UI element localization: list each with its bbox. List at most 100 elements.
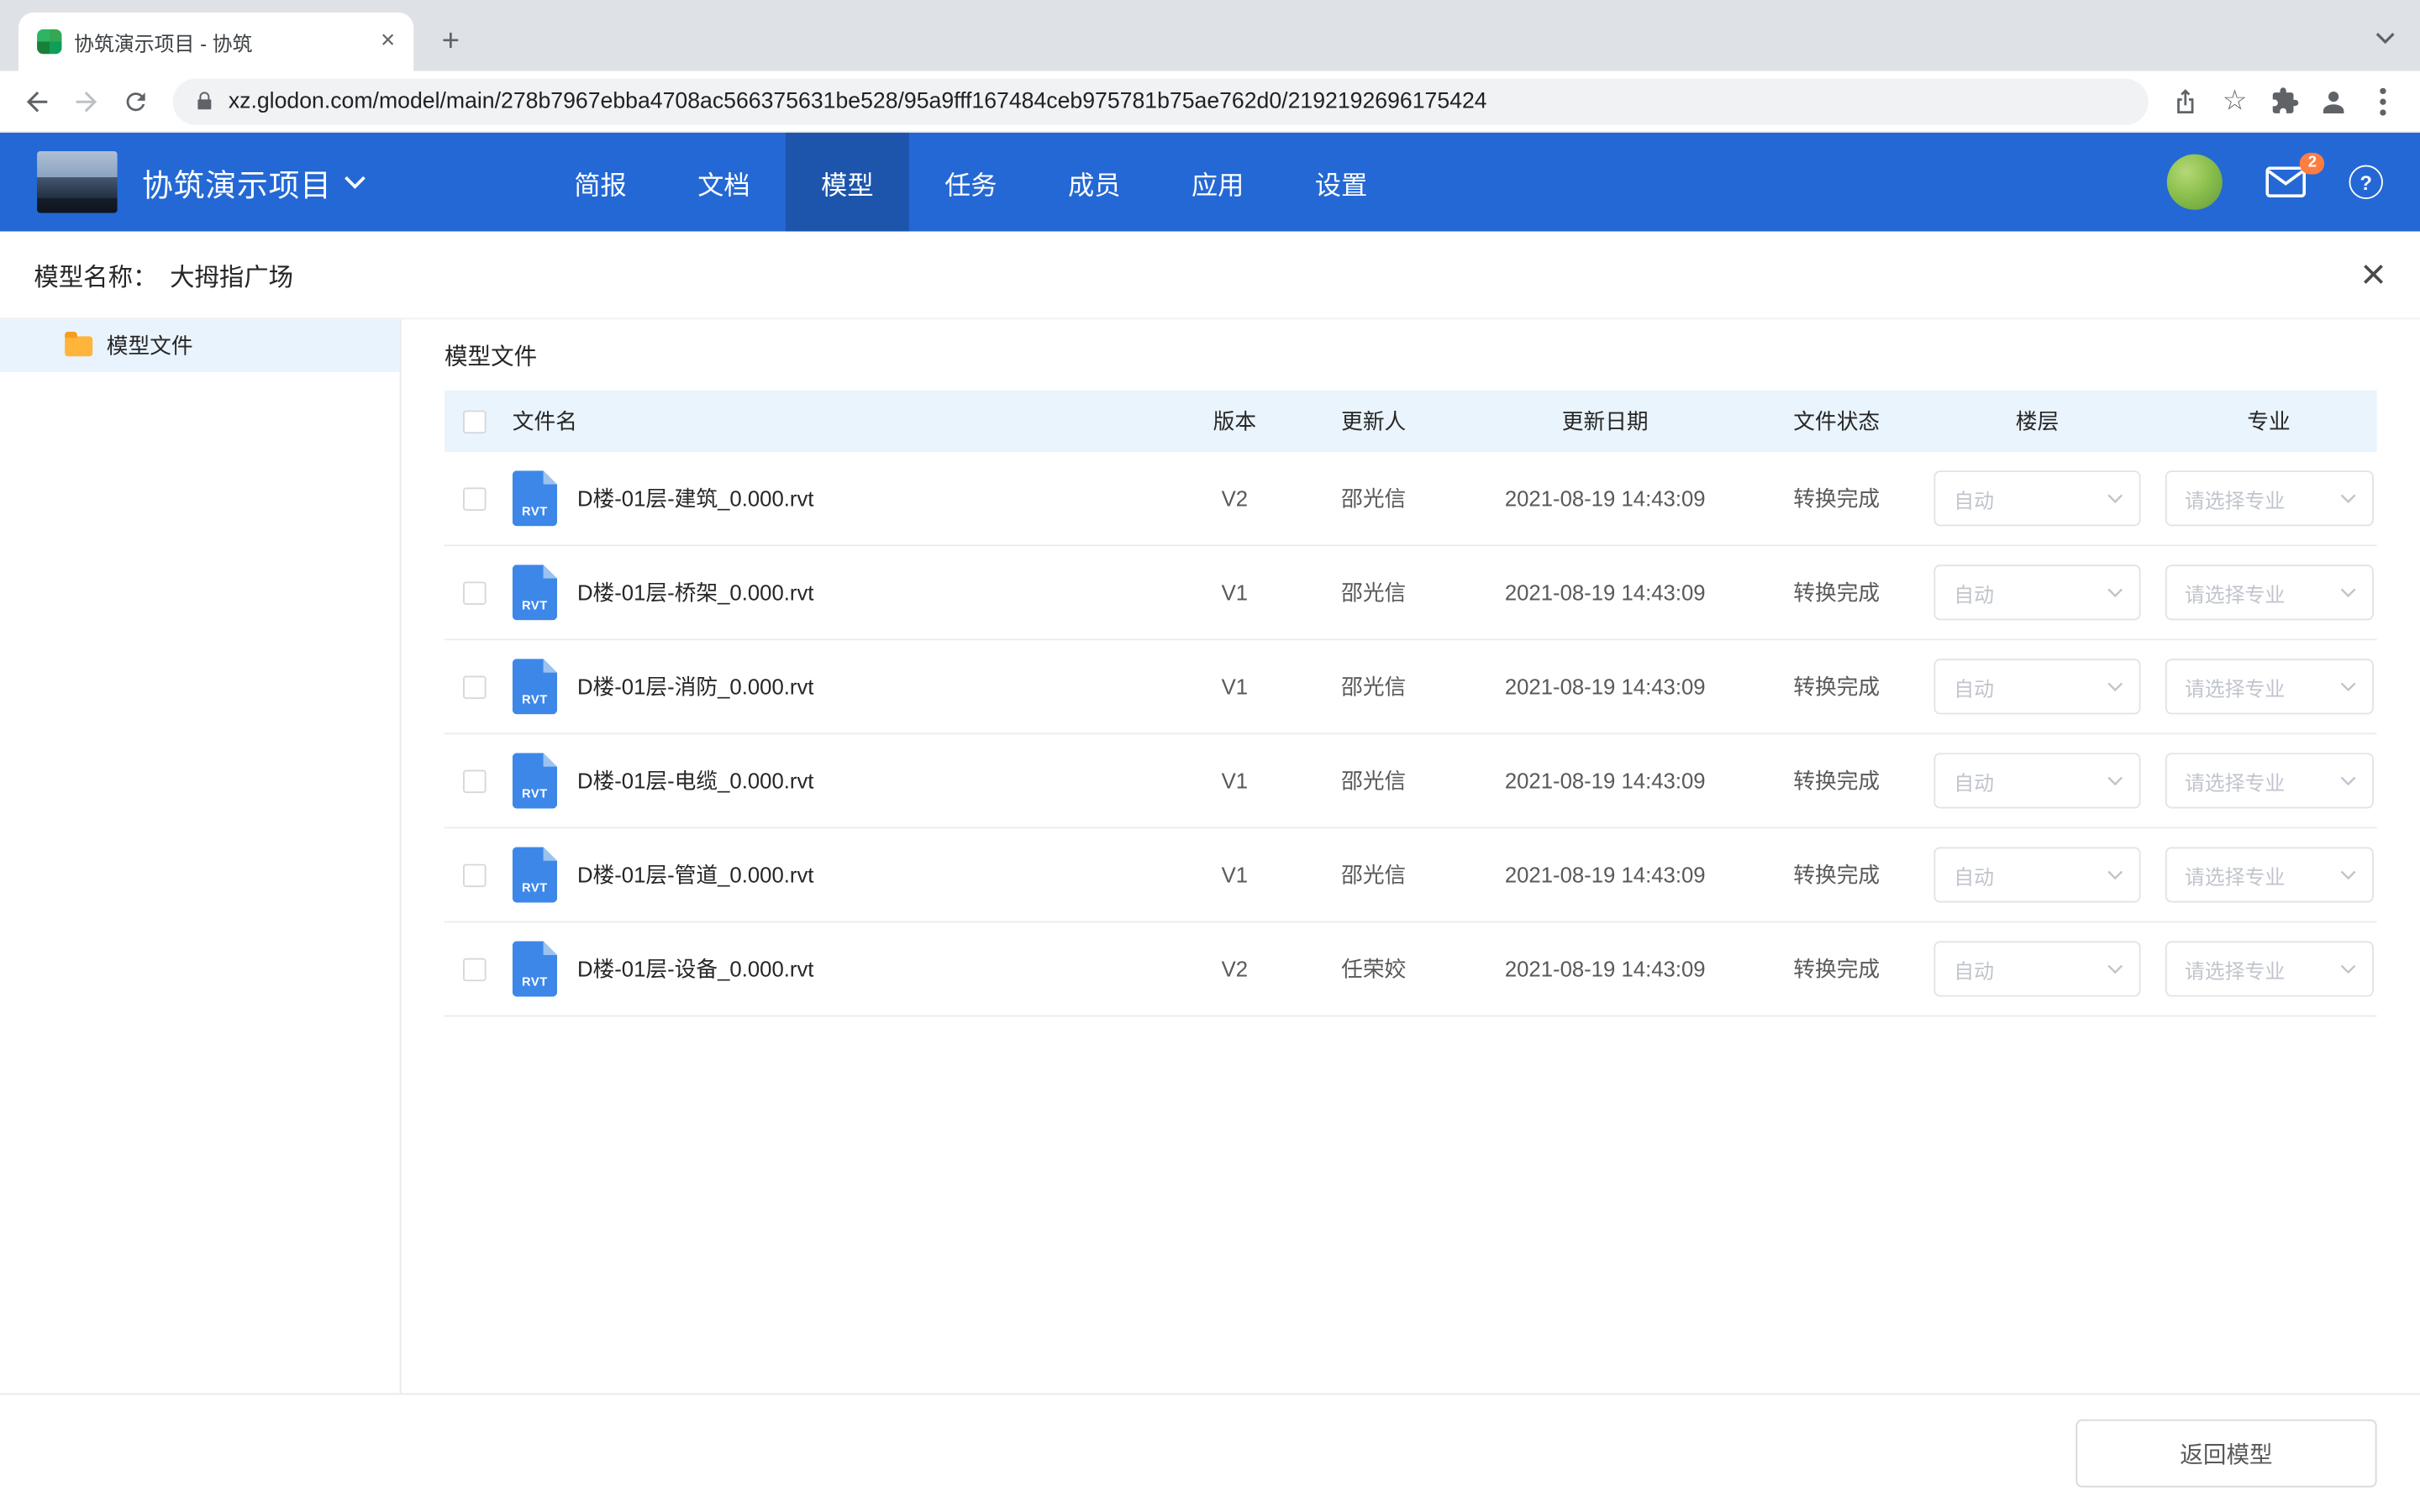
model-subheader: 模型名称： 大拇指广场 × <box>0 232 2420 320</box>
file-version: V1 <box>1173 863 1297 887</box>
browser-tab[interactable]: 协筑演示项目 - 协筑 × <box>18 13 413 71</box>
site-favicon <box>37 29 61 54</box>
floor-select[interactable]: 自动 <box>1933 847 2140 902</box>
nav-item-tasks[interactable]: 任务 <box>909 133 1033 232</box>
nav-item-members[interactable]: 成员 <box>1033 133 1156 232</box>
sidebar: 模型文件 <box>0 319 402 1393</box>
nav-item-briefing[interactable]: 简报 <box>539 133 662 232</box>
project-switcher[interactable]: 协筑演示项目 <box>142 160 366 204</box>
file-name-cell: RVT D楼-01层-设备_0.000.rvt <box>513 941 1173 996</box>
row-checkbox[interactable] <box>463 958 487 981</box>
floor-cell: 自动 <box>1914 659 2161 714</box>
tab-search-chevron-icon[interactable] <box>2375 24 2396 52</box>
row-checkbox[interactable] <box>463 769 487 793</box>
sidebar-item-model-files[interactable]: 模型文件 <box>0 319 400 371</box>
floor-select-value: 自动 <box>1954 954 1994 984</box>
help-button[interactable]: ? <box>2349 165 2383 199</box>
section-title: 模型文件 <box>445 339 2377 372</box>
browser-menu-icon[interactable] <box>2359 76 2408 126</box>
floor-select[interactable]: 自动 <box>1933 941 2140 996</box>
chevron-down-icon <box>2339 681 2356 692</box>
project-title: 协筑演示项目 <box>142 160 332 204</box>
floor-cell: 自动 <box>1914 847 2161 902</box>
rvt-file-icon: RVT <box>513 564 557 620</box>
specialty-select[interactable]: 请选择专业 <box>2165 564 2373 620</box>
file-name-cell: RVT D楼-01层-消防_0.000.rvt <box>513 659 1173 714</box>
row-checkbox-cell <box>445 486 513 510</box>
rvt-file-icon: RVT <box>513 753 557 808</box>
floor-select[interactable]: 自动 <box>1933 470 2140 526</box>
column-header-specialty: 专业 <box>2160 406 2376 437</box>
row-checkbox[interactable] <box>463 675 487 699</box>
table-row: RVT D楼-01层-建筑_0.000.rvt V2 邵光信 2021-08-1… <box>445 452 2377 546</box>
forward-button[interactable] <box>61 76 111 126</box>
floor-select[interactable]: 自动 <box>1933 659 2140 714</box>
browser-tab-strip: 协筑演示项目 - 协筑 × + <box>0 0 2420 71</box>
file-status: 转换完成 <box>1760 483 1914 514</box>
row-checkbox-cell <box>445 675 513 699</box>
specialty-select[interactable]: 请选择专业 <box>2165 753 2373 808</box>
back-button[interactable] <box>13 76 62 126</box>
file-version: V1 <box>1173 675 1297 699</box>
chevron-down-icon <box>2107 869 2123 880</box>
lock-icon <box>194 90 214 113</box>
content-area: 模型文件 模型文件 文件名 版本 更新人 更新日期 文件状态 楼层 专业 <box>0 319 2420 1393</box>
floor-select-value: 自动 <box>1954 766 1994 795</box>
chevron-down-icon <box>2339 493 2356 504</box>
close-icon[interactable]: × <box>2361 253 2386 296</box>
file-status: 转换完成 <box>1760 859 1914 890</box>
rvt-file-icon: RVT <box>513 847 557 902</box>
message-count-badge: 2 <box>2301 153 2325 175</box>
specialty-select[interactable]: 请选择专业 <box>2165 470 2373 526</box>
file-updater: 邵光信 <box>1297 765 1451 796</box>
nav-item-settings[interactable]: 设置 <box>1280 133 1403 232</box>
user-avatar[interactable] <box>2167 155 2223 210</box>
specialty-select[interactable]: 请选择专业 <box>2165 847 2373 902</box>
model-name-value: 大拇指广场 <box>170 256 293 293</box>
select-all-checkbox[interactable] <box>463 410 487 433</box>
browser-toolbar: xz.glodon.com/model/main/278b7967ebba470… <box>0 71 2420 132</box>
chevron-down-icon <box>2107 775 2123 786</box>
extensions-icon[interactable] <box>2260 76 2309 126</box>
nav-item-documents[interactable]: 文档 <box>662 133 786 232</box>
row-checkbox[interactable] <box>463 864 487 887</box>
reload-button[interactable] <box>111 76 160 126</box>
profile-icon[interactable] <box>2309 76 2359 126</box>
row-checkbox-cell <box>445 864 513 887</box>
specialty-select[interactable]: 请选择专业 <box>2165 941 2373 996</box>
nav-item-apps[interactable]: 应用 <box>1156 133 1280 232</box>
table-row: RVT D楼-01层-消防_0.000.rvt V1 邵光信 2021-08-1… <box>445 640 2377 734</box>
share-icon[interactable] <box>2160 76 2210 126</box>
mail-icon <box>2265 166 2306 197</box>
file-update-date: 2021-08-19 14:43:09 <box>1451 675 1760 699</box>
return-to-model-button[interactable]: 返回模型 <box>2075 1420 2376 1488</box>
specialty-select-value: 请选择专业 <box>2185 578 2285 607</box>
specialty-cell: 请选择专业 <box>2160 753 2376 808</box>
specialty-select[interactable]: 请选择专业 <box>2165 659 2373 714</box>
messages-button[interactable]: 2 <box>2265 166 2306 197</box>
tab-close-icon[interactable]: × <box>377 29 398 54</box>
specialty-cell: 请选择专业 <box>2160 941 2376 996</box>
row-checkbox[interactable] <box>463 486 487 510</box>
model-name-label: 模型名称： <box>34 256 157 293</box>
new-tab-button[interactable]: + <box>429 20 472 63</box>
address-bar[interactable]: xz.glodon.com/model/main/278b7967ebba470… <box>173 78 2149 124</box>
row-checkbox[interactable] <box>463 581 487 605</box>
floor-select[interactable]: 自动 <box>1933 753 2140 808</box>
row-checkbox-cell <box>445 769 513 793</box>
header-right: 2 ? <box>2167 155 2383 210</box>
chevron-down-icon <box>2339 963 2356 974</box>
nav-item-model[interactable]: 模型 <box>786 133 909 232</box>
select-all-cell <box>445 410 513 433</box>
footer-bar: 返回模型 <box>0 1394 2420 1512</box>
specialty-select-value: 请选择专业 <box>2185 766 2285 795</box>
file-version: V2 <box>1173 486 1297 511</box>
file-update-date: 2021-08-19 14:43:09 <box>1451 957 1760 981</box>
screen: 协筑演示项目 - 协筑 × + xz.glodon.com/model/main… <box>0 0 2420 1512</box>
file-status: 转换完成 <box>1760 953 1914 984</box>
floor-select[interactable]: 自动 <box>1933 564 2140 620</box>
column-header-date: 更新日期 <box>1451 406 1760 437</box>
specialty-select-value: 请选择专业 <box>2185 672 2285 701</box>
app-header: 协筑演示项目 简报 文档 模型 任务 成员 应用 设置 2 ? <box>0 133 2420 232</box>
bookmark-star-icon[interactable]: ☆ <box>2210 76 2260 126</box>
